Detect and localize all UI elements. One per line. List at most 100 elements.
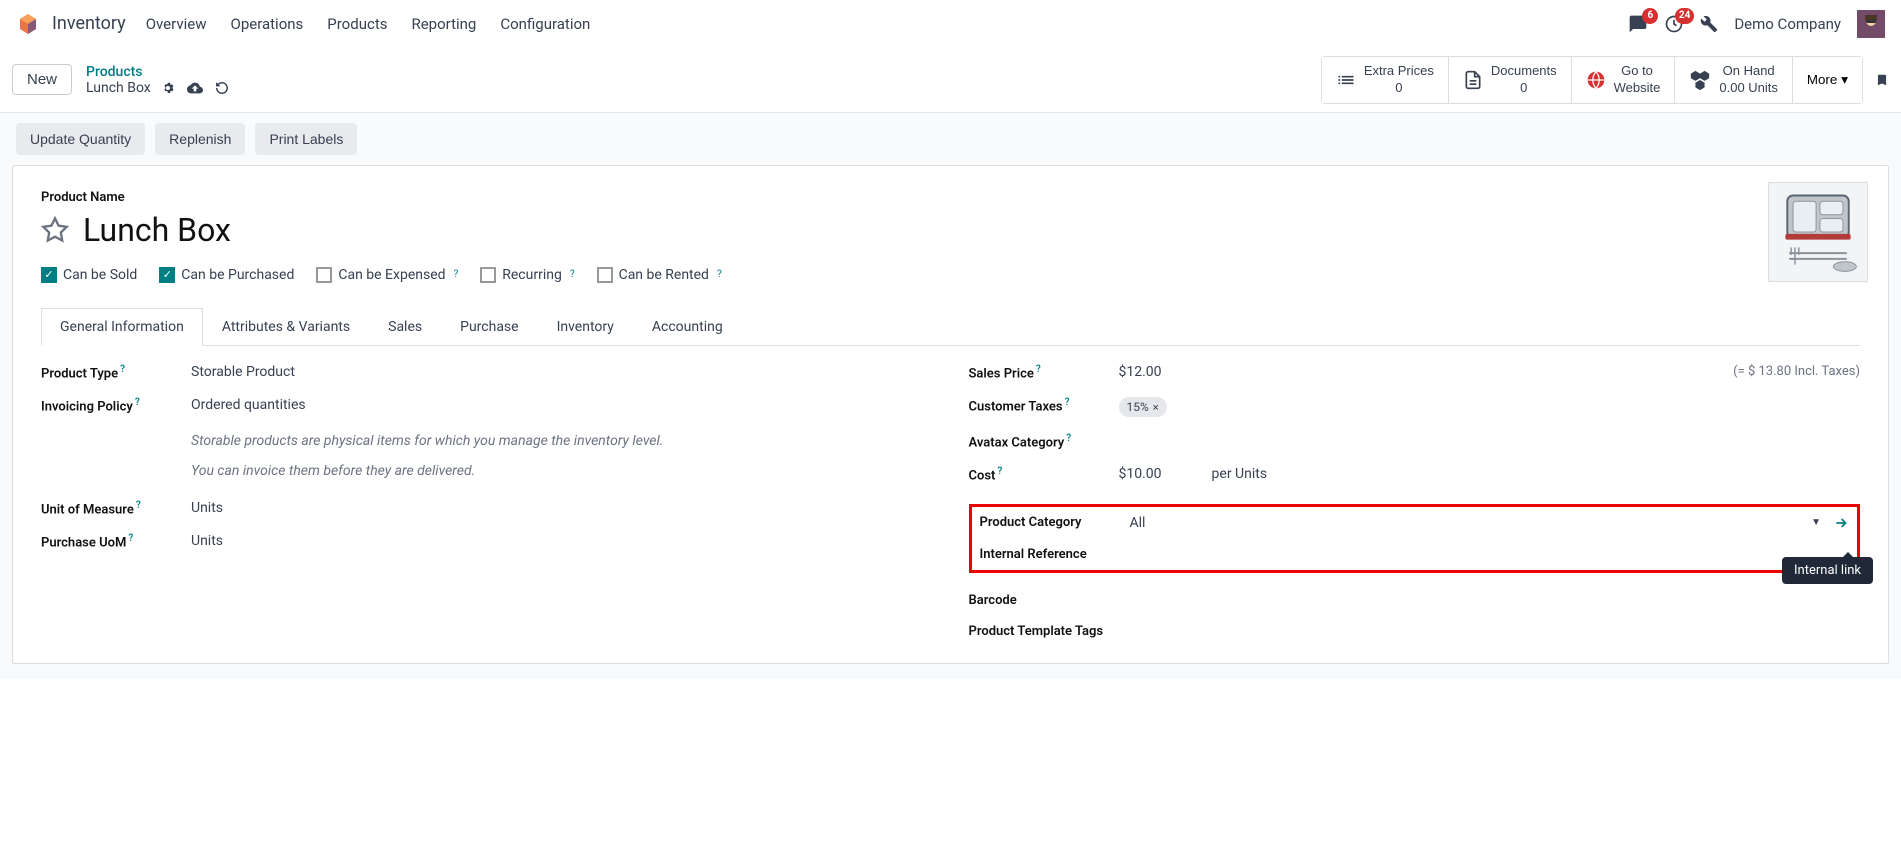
highlighted-section: Product Category All ▼ Internal Referenc…: [969, 504, 1861, 573]
activities-icon[interactable]: 24: [1664, 14, 1684, 34]
menu-products[interactable]: Products: [327, 15, 387, 33]
cloud-upload-icon[interactable]: [187, 80, 203, 96]
documents-value: 0: [1491, 80, 1557, 97]
uom-value[interactable]: Units: [191, 500, 933, 516]
more-button[interactable]: More ▾: [1793, 57, 1862, 103]
checkbox-row: ✓ Can be Sold ✓ Can be Purchased Can be …: [41, 267, 1860, 283]
menu-operations[interactable]: Operations: [231, 15, 304, 33]
user-avatar[interactable]: [1857, 10, 1885, 38]
customer-taxes-label: Customer Taxes?: [969, 397, 1119, 414]
product-type-label: Product Type?: [41, 364, 191, 381]
new-button[interactable]: New: [12, 64, 72, 95]
tab-sales[interactable]: Sales: [369, 308, 441, 346]
invoicing-policy-row: Invoicing Policy? Ordered quantities: [41, 397, 933, 414]
extra-prices-value: 0: [1364, 80, 1434, 97]
tooltip: Internal link: [1782, 557, 1873, 584]
help-icon[interactable]: ?: [1065, 397, 1070, 408]
avatax-label: Avatax Category?: [969, 433, 1119, 450]
app-title[interactable]: Inventory: [52, 13, 126, 34]
help-icon[interactable]: ?: [1066, 433, 1071, 444]
favorite-star-icon[interactable]: [41, 216, 69, 244]
product-title[interactable]: Lunch Box: [83, 211, 231, 249]
replenish-button[interactable]: Replenish: [155, 123, 245, 155]
bookmark-icon[interactable]: [1875, 71, 1889, 89]
help-icon[interactable]: ?: [1036, 364, 1041, 375]
product-category-row: Product Category All ▼: [972, 515, 1858, 531]
gear-icon[interactable]: [161, 81, 175, 95]
can-be-expensed-checkbox[interactable]: Can be Expensed ?: [316, 267, 458, 283]
tab-general-information[interactable]: General Information: [41, 308, 203, 346]
invoicing-policy-value[interactable]: Ordered quantities: [191, 397, 933, 413]
incl-taxes-text: (= $ 13.80 Incl. Taxes): [1733, 364, 1860, 380]
product-name-label: Product Name: [41, 190, 1860, 205]
breadcrumb: Products Lunch Box: [86, 64, 229, 96]
documents-button[interactable]: Documents 0: [1449, 57, 1572, 103]
onhand-button[interactable]: On Hand 0.00 Units: [1675, 57, 1793, 103]
breadcrumb-left: New Products Lunch Box: [12, 64, 229, 96]
product-type-value[interactable]: Storable Product: [191, 364, 933, 380]
tabs-row: General Information Attributes & Variant…: [41, 307, 1860, 346]
help-icon[interactable]: ?: [997, 466, 1002, 477]
fields-grid: Product Type? Storable Product Invoicing…: [41, 364, 1860, 639]
extra-prices-button[interactable]: Extra Prices 0: [1322, 57, 1449, 103]
tools-icon[interactable]: [1700, 15, 1718, 33]
help-icon[interactable]: ?: [135, 397, 140, 408]
product-category-label: Product Category: [980, 515, 1130, 530]
cost-label: Cost?: [969, 466, 1119, 483]
tab-attributes-variants[interactable]: Attributes & Variants: [203, 308, 369, 346]
file-icon: [1463, 70, 1483, 90]
avatax-row: Avatax Category?: [969, 433, 1861, 450]
internal-link-icon[interactable]: [1833, 515, 1849, 531]
help-text-1: Storable products are physical items for…: [191, 430, 933, 454]
help-icon[interactable]: ?: [454, 269, 459, 280]
menu-overview[interactable]: Overview: [146, 15, 207, 33]
can-be-rented-checkbox[interactable]: Can be Rented ?: [597, 267, 722, 283]
right-column: Sales Price? $12.00 (= $ 13.80 Incl. Tax…: [969, 364, 1861, 639]
website-button[interactable]: Go to Website: [1572, 57, 1676, 103]
tab-purchase[interactable]: Purchase: [441, 308, 537, 346]
cost-value[interactable]: $10.00: [1119, 466, 1162, 482]
onhand-value: 0.00 Units: [1719, 80, 1778, 97]
app-icon[interactable]: [16, 12, 40, 36]
tax-tag[interactable]: 15% ×: [1119, 397, 1167, 417]
print-labels-button[interactable]: Print Labels: [255, 123, 357, 155]
help-icon[interactable]: ?: [120, 364, 125, 375]
help-icon[interactable]: ?: [717, 269, 722, 280]
dropdown-caret-icon[interactable]: ▼: [1811, 517, 1821, 528]
globe-icon: [1586, 70, 1606, 90]
cost-per-units: per Units: [1212, 466, 1268, 482]
recurring-checkbox[interactable]: Recurring ?: [480, 267, 574, 283]
can-be-sold-checkbox[interactable]: ✓ Can be Sold: [41, 267, 137, 283]
update-quantity-button[interactable]: Update Quantity: [16, 123, 145, 155]
help-icon[interactable]: ?: [136, 500, 141, 511]
company-name[interactable]: Demo Company: [1734, 15, 1841, 33]
help-icon[interactable]: ?: [570, 269, 575, 280]
product-template-tags-row: Product Template Tags: [969, 624, 1861, 639]
help-icon[interactable]: ?: [128, 533, 133, 544]
internal-reference-label: Internal Reference: [980, 547, 1130, 562]
breadcrumb-parent[interactable]: Products: [86, 64, 229, 80]
purchase-uom-label: Purchase UoM?: [41, 533, 191, 550]
can-be-purchased-checkbox[interactable]: ✓ Can be Purchased: [159, 267, 294, 283]
onhand-label: On Hand: [1719, 63, 1778, 80]
product-category-value[interactable]: All: [1130, 515, 1146, 531]
can-be-purchased-label: Can be Purchased: [181, 267, 294, 283]
purchase-uom-row: Purchase UoM? Units: [41, 533, 933, 550]
breadcrumb-current: Lunch Box: [86, 80, 229, 96]
help-text-2: You can invoice them before they are del…: [191, 460, 933, 484]
tab-accounting[interactable]: Accounting: [633, 308, 742, 346]
purchase-uom-value[interactable]: Units: [191, 533, 933, 549]
product-image[interactable]: [1768, 182, 1868, 282]
customer-taxes-row: Customer Taxes? 15% ×: [969, 397, 1861, 417]
customer-taxes-value[interactable]: 15% ×: [1119, 397, 1861, 417]
menu-reporting[interactable]: Reporting: [411, 15, 476, 33]
undo-icon[interactable]: [215, 81, 229, 95]
can-be-rented-label: Can be Rented: [619, 267, 709, 283]
menu-configuration[interactable]: Configuration: [500, 15, 590, 33]
extra-prices-label: Extra Prices: [1364, 63, 1434, 80]
sales-price-value[interactable]: $12.00: [1119, 364, 1162, 380]
messages-icon[interactable]: 6: [1628, 14, 1648, 34]
remove-tag-icon[interactable]: ×: [1153, 401, 1159, 414]
tab-inventory[interactable]: Inventory: [538, 308, 633, 346]
cost-row: Cost? $10.00 per Units: [969, 466, 1861, 483]
